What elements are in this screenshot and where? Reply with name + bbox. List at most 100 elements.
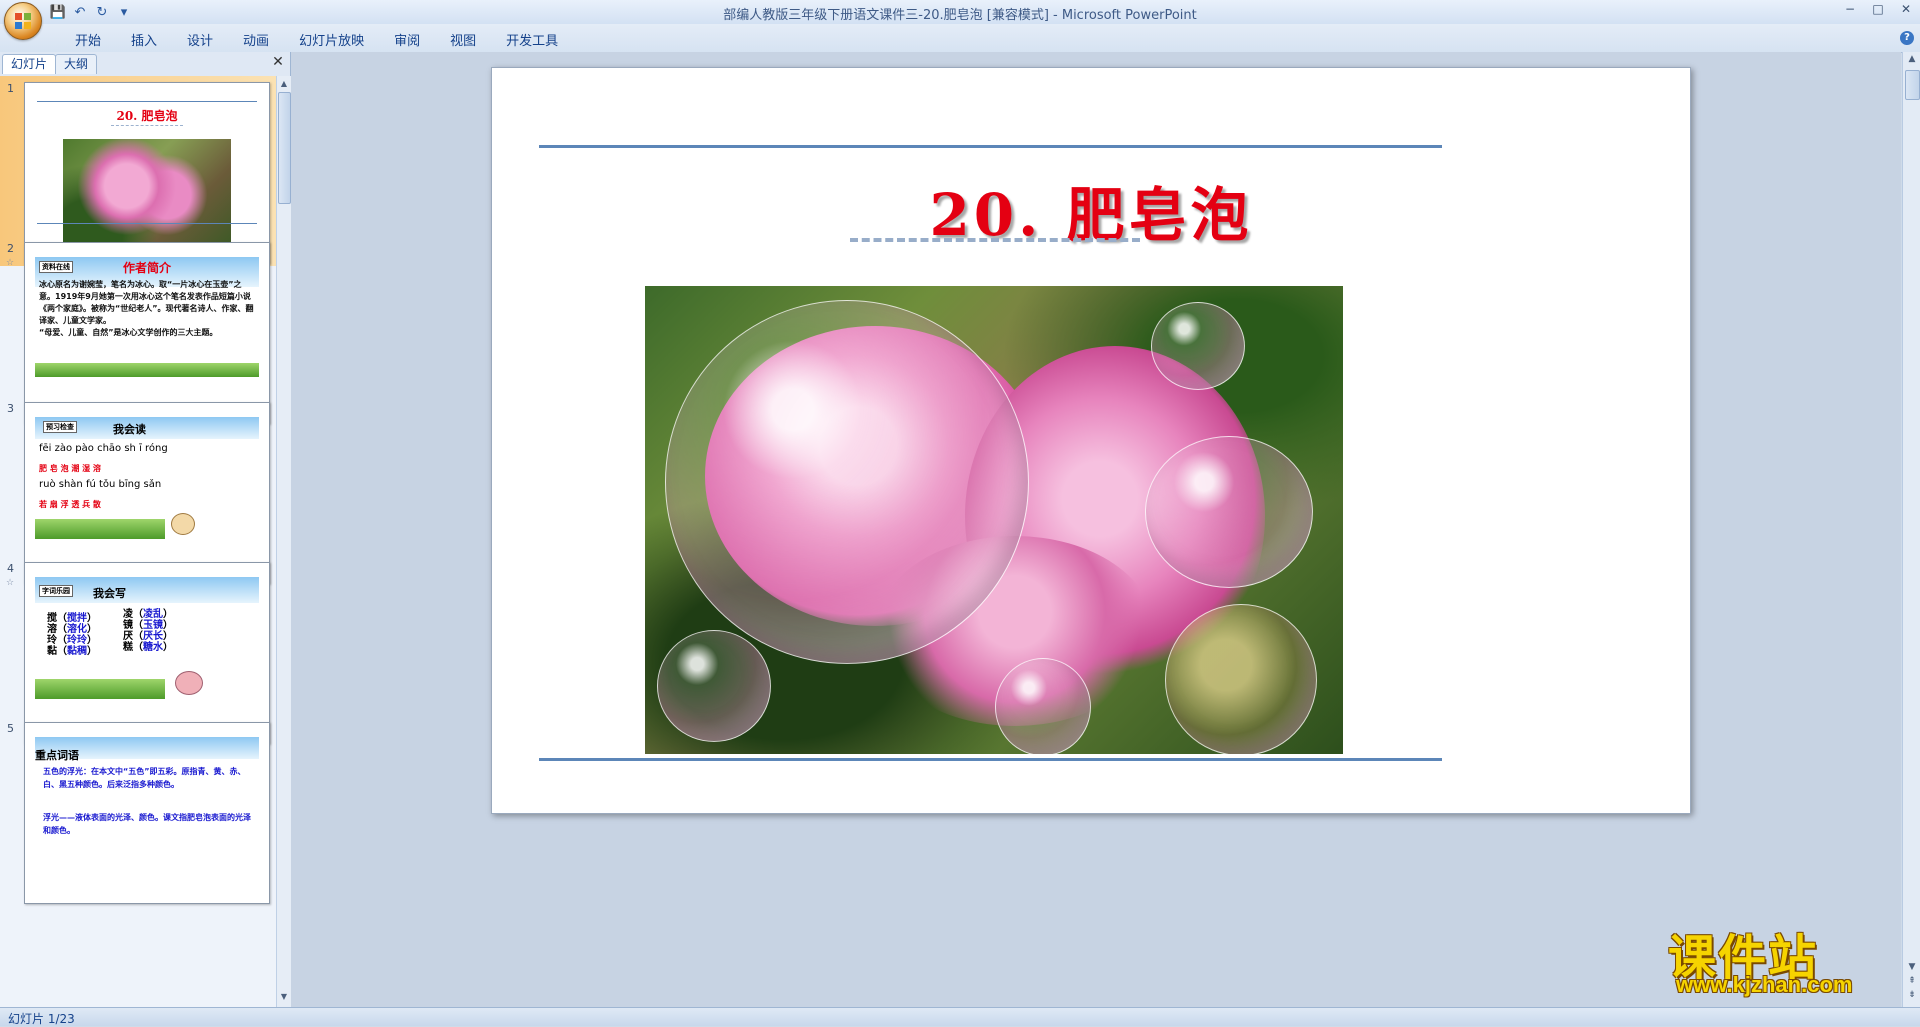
word-pair: 厌（厌长）: [123, 631, 173, 642]
thumbnail-heading: 我会读: [113, 423, 146, 436]
character-line: 若 扇 浮 透 兵 散: [39, 500, 101, 509]
word-pair: 糕（糖水）: [123, 642, 173, 653]
word-term: 搅拌: [67, 613, 87, 624]
watermark-url: www.kjzhan.com: [1676, 972, 1853, 997]
scroll-down-icon[interactable]: ▼: [278, 991, 290, 1003]
body-paragraph: “母爱、儿童、自然”是冰心文学创作的三大主题。: [39, 328, 218, 337]
tab-slides[interactable]: 幻灯片: [2, 54, 57, 74]
scroll-thumb[interactable]: [278, 92, 291, 204]
word-term: 凌乱: [143, 609, 163, 620]
next-slide-icon[interactable]: ⇟: [1906, 990, 1918, 1000]
word-term: 溶化: [67, 624, 87, 635]
rule-line: [37, 101, 257, 102]
pinyin-line: fēi zào pào chāo sh ī róng: [39, 443, 168, 454]
tab-animations[interactable]: 动画: [228, 30, 284, 49]
word-pair: 溶（溶化）: [47, 624, 97, 635]
bubble: [995, 658, 1091, 754]
close-button[interactable]: ✕: [1896, 2, 1916, 18]
thumbnails-scrollbar[interactable]: ▲ ▼: [276, 76, 291, 1007]
section-tag: 资料在线: [39, 261, 73, 273]
window-controls: − □ ✕: [1840, 2, 1916, 18]
tab-insert[interactable]: 插入: [116, 30, 172, 49]
thumbnail-canvas[interactable]: 重点词语 五色的浮光：在本文中“五色”即五彩。原指青、黄、赤、白、黑五种颜色。后…: [24, 722, 270, 904]
tab-slide-show[interactable]: 幻灯片放映: [284, 30, 379, 49]
title-bar: 💾 ↶ ↻ ▾ 部编人教版三年级下册语文课件三-20.肥皂泡 [兼容模式] - …: [0, 0, 1920, 40]
previous-slide-icon[interactable]: ⇞: [1906, 976, 1918, 986]
office-logo-icon: [15, 13, 31, 29]
bubble: [657, 630, 771, 742]
word-char: 糕: [123, 642, 133, 653]
title-underline: [111, 125, 183, 126]
maximize-button[interactable]: □: [1868, 2, 1888, 18]
character-line: 肥 皂 泡 潮 湿 溶: [39, 464, 101, 473]
cartoon-icon: [175, 671, 203, 695]
current-slide[interactable]: 20. 肥皂泡: [491, 67, 1691, 814]
word-char: 厌: [123, 631, 133, 642]
section-tag: 字词乐园: [39, 585, 73, 597]
grass-strip: [35, 363, 259, 377]
help-icon[interactable]: ?: [1900, 31, 1914, 45]
tab-review[interactable]: 审阅: [379, 30, 435, 49]
slide-number: 1: [7, 82, 14, 95]
word-term: 玲玲: [67, 635, 87, 646]
slide-thumbnail-5[interactable]: 5 重点词语 五色的浮光：在本文中“五色”即五彩。原指青、黄、赤、白、黑五种颜色…: [0, 716, 276, 906]
soap-bubble-photo[interactable]: [645, 286, 1343, 754]
rule-line: [37, 223, 257, 224]
word-char: 玲: [47, 635, 57, 646]
slide-editor: 20. 肥皂泡: [291, 52, 1901, 1007]
body-paragraph: 冰心原名为谢婉莹，笔名为冰心。取“一片冰心在玉壶”之意。1919年9月她第一次用…: [39, 280, 254, 325]
bubble: [1145, 436, 1313, 588]
tab-design[interactable]: 设计: [172, 30, 228, 49]
slide-count-status: 幻灯片 1/23: [8, 1012, 75, 1026]
minimize-button[interactable]: −: [1840, 2, 1860, 18]
word-char: 黏: [47, 646, 57, 657]
slide-thumbnails: 1 20. 肥皂泡 2 ☆ 资料在线 作者简介 冰心原名为谢婉莹，笔名为冰心。取…: [0, 76, 276, 1007]
word-pair: 搅（搅拌）: [47, 613, 97, 624]
body-paragraph: 五色的浮光：在本文中“五色”即五彩。原指青、黄、赤、白、黑五种颜色。后来泛指多种…: [43, 767, 246, 789]
word-pair: 凌（凌乱）: [123, 609, 173, 620]
tab-developer[interactable]: 开发工具: [491, 30, 573, 49]
ribbon-tabs: 开始 插入 设计 动画 幻灯片放映 审阅 视图 开发工具: [60, 30, 573, 49]
bubble: [1151, 302, 1245, 390]
tab-home[interactable]: 开始: [60, 30, 116, 49]
word-char: 溶: [47, 624, 57, 635]
office-button[interactable]: [4, 2, 42, 40]
scroll-thumb[interactable]: [1905, 70, 1920, 100]
thumbnail-heading: 我会写: [93, 587, 126, 600]
title-underline: [850, 238, 1140, 242]
pane-tabs: 幻灯片 大纲: [2, 54, 98, 74]
bubble: [1165, 604, 1317, 754]
word-column-left: 搅（搅拌） 溶（溶化） 玲（玲玲） 黏（黏稠）: [47, 613, 97, 657]
close-pane-icon[interactable]: ✕: [270, 54, 286, 70]
status-bar: 幻灯片 1/23: [0, 1007, 1920, 1026]
animation-star-icon: ☆: [6, 578, 15, 588]
scroll-up-icon[interactable]: ▲: [1906, 54, 1918, 64]
editor-scrollbar[interactable]: ▲ ▼ ⇞ ⇟: [1902, 52, 1920, 1007]
thumbnail-body: 冰心原名为谢婉莹，笔名为冰心。取“一片冰心在玉壶”之意。1919年9月她第一次用…: [39, 279, 257, 339]
large-bubble: [665, 300, 1029, 664]
word-pair: 黏（黏稠）: [47, 646, 97, 657]
tab-view[interactable]: 视图: [435, 30, 491, 49]
ribbon: 开始 插入 设计 动画 幻灯片放映 审阅 视图 开发工具 ?: [0, 24, 1920, 53]
section-tag: 预习检查: [43, 421, 77, 433]
word-term: 玉镜: [143, 620, 163, 631]
word-term: 黏稠: [67, 646, 87, 657]
thumbnail-title: 20. 肥皂泡: [116, 109, 178, 123]
scroll-up-icon[interactable]: ▲: [278, 78, 290, 90]
scroll-down-icon[interactable]: ▼: [1906, 962, 1918, 972]
body-paragraph: 浮光——液体表面的光泽、颜色。课文指肥皂泡表面的光泽和颜色。: [43, 813, 251, 835]
word-term: 厌长: [143, 631, 163, 642]
animation-star-icon: ☆: [6, 258, 15, 268]
thumbnail-image: [63, 139, 231, 251]
slides-pane: 幻灯片 大纲 ✕ 1 20. 肥皂泡 2 ☆ 资料在线 作者简介 冰心原名为谢婉…: [0, 52, 291, 1007]
slide-number: 2: [7, 242, 14, 255]
thumbnail-heading: 作者简介: [123, 261, 172, 275]
word-pair: 镜（玉镜）: [123, 620, 173, 631]
cartoon-icon: [171, 513, 195, 535]
slide-number: 4: [7, 562, 14, 575]
word-char: 凌: [123, 609, 133, 620]
thumbnail-heading: 重点词语: [35, 749, 79, 762]
tab-outline[interactable]: 大纲: [55, 54, 98, 74]
word-pair: 玲（玲玲）: [47, 635, 97, 646]
word-term: 糖水: [143, 642, 163, 653]
